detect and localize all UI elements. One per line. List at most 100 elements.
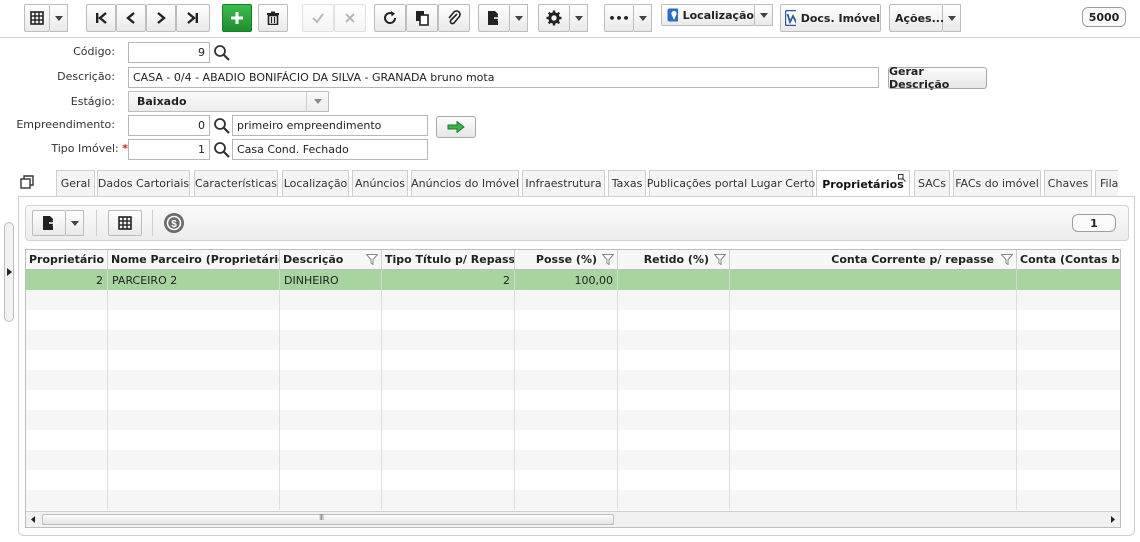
first-icon <box>96 12 107 24</box>
more-icon: ••• <box>608 11 630 25</box>
delete-record-button[interactable] <box>258 4 288 32</box>
column-separator <box>1016 390 1017 410</box>
col-nome-parceiro[interactable]: Nome Parceiro (Proprietário) <box>108 250 280 270</box>
tab-facs-do-imovel[interactable]: FACs do imóvel <box>953 170 1041 196</box>
tab-anuncios-do-imovel[interactable]: Anúncios do Imóvel <box>411 170 519 196</box>
column-separator <box>381 450 382 470</box>
filter-icon[interactable] <box>714 254 726 265</box>
tab-sacs[interactable]: SACs <box>914 170 950 196</box>
grid-view-button[interactable] <box>24 4 50 32</box>
grid-view-dropdown[interactable] <box>50 4 68 32</box>
col-posse[interactable]: Posse (%) <box>515 250 618 270</box>
filter-icon[interactable] <box>1001 254 1013 265</box>
tab-publicacoes-portal[interactable]: Publicações portal Lugar Certo <box>647 170 815 196</box>
localizacao-button[interactable]: Localização <box>661 4 755 26</box>
localizacao-dropdown[interactable] <box>755 4 773 26</box>
filter-icon[interactable] <box>602 254 614 265</box>
cell-descricao[interactable]: DINHEIRO <box>280 270 382 290</box>
column-separator <box>107 390 108 410</box>
docs-imovel-button[interactable]: Docs. Imóvel <box>780 4 881 32</box>
acoes-dropdown[interactable] <box>943 4 961 32</box>
col-retido[interactable]: Retido (%) <box>618 250 730 270</box>
cell-nome-parceiro[interactable]: PARCEIRO 2 <box>108 270 280 290</box>
settings-button[interactable] <box>538 4 570 32</box>
report-dropdown[interactable] <box>510 4 528 32</box>
tab-dados-cartoriais[interactable]: Dados Cartoriais <box>97 170 190 196</box>
column-separator <box>279 330 280 350</box>
filter-icon[interactable] <box>366 254 378 265</box>
descricao-field[interactable]: CASA - 0/4 - ABADIO BONIFÁCIO DA SILVA -… <box>128 67 879 88</box>
column-separator <box>729 310 730 330</box>
column-separator <box>617 310 618 330</box>
previous-record-button[interactable] <box>116 4 146 32</box>
gerar-descricao-button[interactable]: Gerar Descrição <box>888 65 987 91</box>
table-row[interactable]: 2 PARCEIRO 2 DINHEIRO 2 100,00 <box>26 270 1120 290</box>
duplicate-button[interactable] <box>406 4 438 32</box>
col-conta[interactable]: Conta (Contas bancárias) <box>1017 250 1120 270</box>
tab-localizacao[interactable]: Localização <box>282 170 349 196</box>
tab-proprietarios[interactable]: Proprietários <box>816 170 910 196</box>
grid-report-dropdown[interactable] <box>66 210 84 236</box>
codigo-field[interactable]: 9 <box>128 42 210 63</box>
col-conta-corrente[interactable]: Conta Corrente p/ repasse <box>730 250 1017 270</box>
empty-row <box>26 410 1120 430</box>
empreendimento-code-field[interactable]: 0 <box>128 115 210 136</box>
chevron-down-icon <box>947 15 956 21</box>
acoes-button[interactable]: Ações... <box>889 4 944 32</box>
refresh-button[interactable] <box>374 4 406 32</box>
grid-mode-button[interactable] <box>108 210 142 236</box>
tab-infraestrutura[interactable]: Infraestrutura <box>522 170 605 196</box>
more-actions-dropdown[interactable] <box>634 4 652 32</box>
tab-caracteristicas[interactable]: Características <box>194 170 278 196</box>
cell-conta[interactable] <box>1017 270 1120 290</box>
search-icon[interactable] <box>213 44 231 62</box>
cell-tipo-titulo[interactable]: 2 <box>382 270 515 290</box>
popout-tab-icon[interactable] <box>898 174 906 182</box>
tab-fila[interactable]: Fila <box>1095 170 1118 196</box>
column-separator <box>279 410 280 430</box>
horizontal-scrollbar[interactable]: III <box>26 511 1120 527</box>
search-icon[interactable] <box>213 117 231 135</box>
last-record-button[interactable] <box>176 4 210 32</box>
grid-icon <box>118 216 132 230</box>
estagio-select[interactable]: Baixado <box>128 91 329 112</box>
scroll-right-icon[interactable] <box>1109 515 1117 524</box>
empty-row <box>26 330 1120 350</box>
tab-geral[interactable]: Geral <box>56 170 95 196</box>
cell-retido[interactable] <box>618 270 730 290</box>
tab-anuncios[interactable]: Anúncios <box>352 170 408 196</box>
col-descricao[interactable]: Descrição <box>280 250 382 270</box>
empty-row <box>26 310 1120 330</box>
cell-posse[interactable]: 100,00 <box>515 270 618 290</box>
col-tipo-titulo[interactable]: Tipo Título p/ Repasse <box>382 250 515 270</box>
popout-icon[interactable] <box>20 175 34 189</box>
tab-chaves[interactable]: Chaves <box>1044 170 1092 196</box>
tab-taxas[interactable]: Taxas <box>608 170 646 196</box>
cell-conta-corrente[interactable] <box>730 270 1017 290</box>
report-button[interactable] <box>478 4 510 32</box>
cell-proprietario[interactable]: 2 <box>26 270 108 290</box>
col-conta-corrente-label: Conta Corrente p/ repasse <box>831 253 994 266</box>
go-empreendimento-button[interactable] <box>436 116 476 138</box>
confirm-button[interactable] <box>302 4 334 32</box>
grid-report-button[interactable] <box>32 210 66 236</box>
scrollbar-thumb[interactable]: III <box>42 513 614 525</box>
settings-dropdown[interactable] <box>570 4 588 32</box>
tipo-imovel-code-field[interactable]: 1 <box>128 139 210 160</box>
search-icon[interactable] <box>213 141 231 159</box>
side-panel-handle[interactable] <box>4 222 14 322</box>
more-actions-button[interactable]: ••• <box>604 4 634 32</box>
column-separator <box>107 470 108 490</box>
add-record-button[interactable] <box>222 4 252 32</box>
next-record-button[interactable] <box>146 4 176 32</box>
cancel-button[interactable] <box>334 4 366 32</box>
empreendimento-name-field: primeiro empreendimento <box>232 115 428 136</box>
financial-button[interactable]: $ <box>163 212 185 237</box>
empty-row <box>26 370 1120 390</box>
first-record-button[interactable] <box>86 4 116 32</box>
col-proprietario[interactable]: Proprietário <box>26 250 108 270</box>
scroll-left-icon[interactable] <box>29 515 37 524</box>
attachment-button[interactable] <box>438 4 470 32</box>
proprietarios-panel: $ 1 Proprietário Nome Parceiro (Propriet… <box>18 196 1135 536</box>
column-separator <box>107 410 108 430</box>
